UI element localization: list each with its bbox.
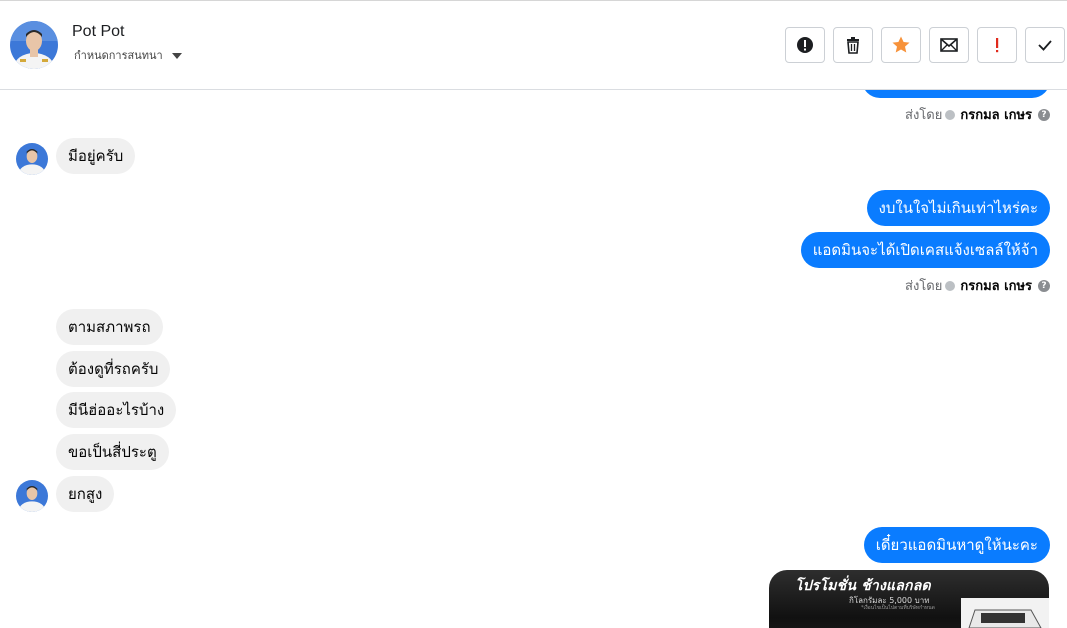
mail-icon bbox=[940, 38, 958, 52]
message-incoming: ต้องดูที่รถครับ bbox=[56, 351, 171, 387]
caret-down-icon bbox=[171, 53, 182, 59]
avatar[interactable] bbox=[16, 480, 48, 512]
sent-by-row: ส่งโดย กรกมล เกษร ? bbox=[905, 275, 1050, 296]
message-incoming: มีนีฮ่ออะไรบ้าง bbox=[56, 392, 177, 428]
help-icon[interactable]: ? bbox=[1038, 108, 1050, 121]
agent-dot-icon bbox=[945, 280, 956, 291]
follow-up-button[interactable] bbox=[977, 27, 1017, 63]
conversation-status-dropdown[interactable]: กำหนดการสนทนา bbox=[74, 46, 182, 64]
trash-icon bbox=[847, 37, 859, 54]
action-toolbar bbox=[785, 27, 1065, 63]
sent-by-agent[interactable]: กรกมล เกษร bbox=[960, 104, 1032, 125]
sent-by-agent[interactable]: กรกมล เกษร bbox=[960, 275, 1032, 296]
mark-unread-button[interactable] bbox=[929, 27, 969, 63]
delete-button[interactable] bbox=[833, 27, 873, 63]
avatar-photo bbox=[16, 480, 48, 512]
message-outgoing: เดี๋ยวแอดมินหาดูให้นะคะ bbox=[863, 527, 1050, 563]
avatar[interactable] bbox=[10, 21, 58, 69]
avatar-photo bbox=[10, 21, 58, 69]
message-outgoing-partial bbox=[862, 90, 1050, 98]
message-incoming: ยกสูง bbox=[56, 476, 115, 512]
sent-by-row: ส่งโดย กรกมล เกษร ? bbox=[905, 104, 1050, 125]
star-button[interactable] bbox=[881, 27, 921, 63]
contact-name: Pot Pot bbox=[72, 23, 125, 40]
sent-by-prefix: ส่งโดย bbox=[905, 279, 943, 294]
conversation-thread: ส่งโดย กรกมล เกษร ? มีอยู่ครับ งบในใจไม่… bbox=[0, 90, 1067, 628]
promo-image-attachment[interactable]: โปรโมชั่น ช้างแลกลด กิโลกรัมละ 5,000 บาท… bbox=[769, 570, 1049, 628]
message-incoming: ขอเป็นสี่ประตู bbox=[56, 434, 169, 470]
agent-dot-icon bbox=[945, 109, 956, 120]
mark-done-button[interactable] bbox=[1025, 27, 1065, 63]
conversation-header: Pot Pot กำหนดการสนทนา bbox=[0, 1, 1067, 90]
avatar[interactable] bbox=[16, 143, 48, 175]
alert-circle-icon bbox=[797, 37, 813, 53]
conversation-status-label: กำหนดการสนทนา bbox=[74, 49, 163, 62]
promo-truck-graphic bbox=[961, 598, 1049, 628]
message-incoming: ตามสภาพรถ bbox=[56, 309, 163, 345]
check-icon bbox=[1038, 40, 1052, 51]
avatar-photo bbox=[16, 143, 48, 175]
sent-by-prefix: ส่งโดย bbox=[905, 108, 943, 123]
message-outgoing: แอดมินจะได้เปิดเคสแจ้งเซลล์ให้จ้า bbox=[800, 232, 1050, 268]
help-icon[interactable]: ? bbox=[1038, 279, 1050, 292]
message-outgoing: งบในใจไม่เกินเท่าไหร่คะ bbox=[866, 190, 1050, 226]
exclamation-icon bbox=[996, 38, 999, 53]
report-button[interactable] bbox=[785, 27, 825, 63]
message-incoming: มีอยู่ครับ bbox=[56, 138, 136, 174]
star-icon bbox=[892, 36, 910, 53]
